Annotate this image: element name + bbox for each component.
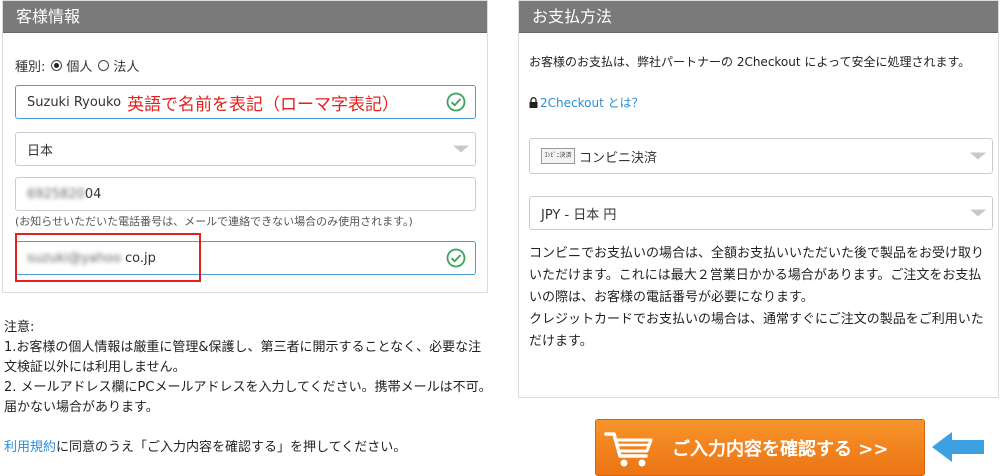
arrow-left-icon	[932, 432, 984, 462]
what-is-2checkout-row: 2Checkout とは？	[529, 94, 644, 111]
notice-heading: 注意:	[4, 320, 35, 335]
radio-individual[interactable]	[51, 60, 63, 71]
radio-corporate-label[interactable]: 法人	[113, 56, 139, 75]
currency-select[interactable]: JPY - 日本 円	[529, 196, 993, 230]
customer-info-panel: 客様情報 種別: 個人 法人 Suzuki Ryouko 英語で名前を表記（ロー…	[2, 0, 488, 293]
lock-icon	[529, 97, 538, 108]
radio-individual-label[interactable]: 個人	[66, 56, 92, 75]
payment-method-title: お支払方法	[519, 1, 998, 33]
agree-text: に同意のうえ「ご入力内容を確認する」を押してください。	[56, 440, 407, 455]
chevron-down-icon	[970, 209, 986, 217]
payment-desc-convenience: コンビニでお支払いの場合は、全額お支払いいただいた後で製品をお受け取りいただけま…	[529, 246, 985, 305]
phone-field[interactable]: 6925820 04	[15, 177, 476, 211]
notice-block: 注意: 1.お客様の個人情報は厳重に管理&保護し、第三者に開示することなく、必要…	[4, 318, 492, 418]
phone-blurred: 6925820	[27, 186, 85, 202]
notice-line-2: 2. メールアドレス欄にPCメールアドレスを入力してください。携帯メールは不可。…	[4, 380, 492, 415]
payment-method-panel: お支払方法 お客様のお支払は、弊社パートナーの 2Checkout によって安全…	[518, 0, 999, 398]
phone-visible: 04	[84, 186, 102, 202]
confirm-input-button[interactable]: ご入力内容を確認する >>	[595, 419, 925, 476]
check-circle-icon	[446, 92, 466, 112]
confirm-button-label: ご入力内容を確認する >>	[672, 438, 889, 460]
customer-type-label: 種別:	[15, 60, 46, 75]
cart-icon	[604, 431, 653, 466]
agree-text-row: 利用規約に同意のうえ「ご入力内容を確認する」を押してください。	[4, 436, 406, 455]
country-select[interactable]: 日本	[15, 132, 476, 166]
chevron-down-icon	[970, 152, 986, 160]
notice-line-1: 1.お客様の個人情報は厳重に管理&保護し、第三者に開示することなく、必要な注文検…	[4, 340, 482, 375]
customer-info-title: 客様情報	[3, 1, 487, 33]
email-highlight-box	[15, 233, 201, 282]
what-is-2checkout-link[interactable]: 2Checkout とは？	[540, 94, 644, 111]
currency-value: JPY - 日本 円	[541, 207, 617, 223]
country-value: 日本	[27, 143, 54, 159]
name-field[interactable]: Suzuki Ryouko 英語で名前を表記（ローマ字表記）	[15, 85, 476, 119]
convenience-store-badge: ｺﾝﾋﾞﾆ決済	[541, 148, 575, 164]
name-annotation: 英語で名前を表記（ローマ字表記）	[127, 94, 400, 115]
terms-link[interactable]: 利用規約	[4, 440, 56, 455]
name-value: Suzuki Ryouko	[27, 94, 122, 110]
check-circle-icon	[446, 248, 466, 268]
payment-description: コンビニでお支払いの場合は、全額お支払いいただいた後で製品をお受け取りいただけま…	[529, 243, 991, 353]
payment-intro: お客様のお支払は、弊社パートナーの 2Checkout によって安全に処理されま…	[529, 55, 971, 69]
payment-method-select[interactable]: ｺﾝﾋﾞﾆ決済 コンビニ決済	[529, 138, 993, 174]
radio-corporate[interactable]	[98, 60, 110, 71]
payment-desc-credit: クレジットカードでお支払いの場合は、通常すぐにご注文の製品をご利用いただけます。	[529, 312, 984, 349]
chevron-down-icon	[453, 145, 469, 153]
payment-method-value: コンビニ決済	[579, 150, 658, 166]
customer-type-row: 種別: 個人 法人	[15, 56, 139, 75]
phone-note: (お知らせいただいた電話番号は、メールで連絡できない場合のみ使用されます。)	[15, 215, 413, 228]
